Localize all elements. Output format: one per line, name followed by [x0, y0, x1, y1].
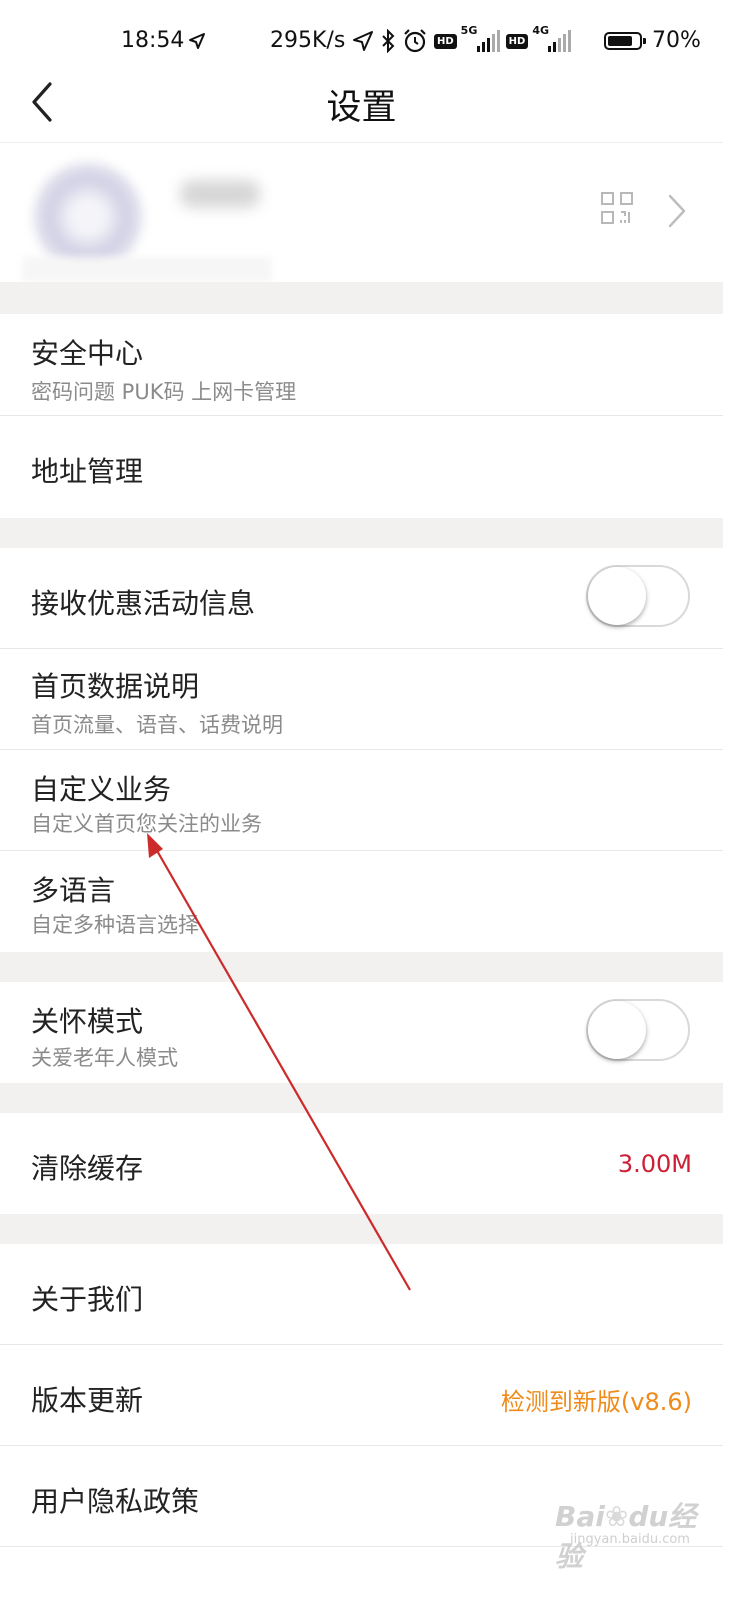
toggle-knob [588, 1001, 646, 1059]
page-title: 设置 [326, 88, 397, 128]
care-subtitle: 关爱老年人模式 [31, 1046, 178, 1070]
qr-code-icon[interactable] [601, 192, 633, 224]
signal-icon-2: 4G [532, 24, 572, 52]
section-gap [0, 282, 723, 314]
language-subtitle: 自定多种语言选择 [31, 913, 199, 937]
about-title: 关于我们 [31, 1283, 144, 1316]
care-title: 关怀模式 [31, 1005, 144, 1038]
bluetooth-icon [382, 29, 395, 53]
watermark-url: jingyan.baidu.com [570, 1532, 690, 1547]
paw-icon: ❀ [604, 1500, 629, 1533]
watermark-brand-2: du [628, 1500, 669, 1533]
status-time: 18:54 [121, 28, 185, 53]
navigation-icon [353, 31, 373, 51]
header: 设置 [0, 62, 723, 143]
alarm-icon [404, 29, 426, 53]
cache-size: 3.00M [617, 1150, 692, 1178]
address-title: 地址管理 [31, 455, 144, 488]
section-gap [0, 952, 723, 982]
settings-page: 18:54 295K/s HD 5G HD 4G 70% 设置 安全中心 密码问… [0, 0, 723, 1600]
address-manage-item[interactable]: 地址管理 [0, 416, 723, 518]
custom-business-item[interactable]: 自定义业务 自定义首页您关注的业务 [0, 750, 723, 851]
language-title: 多语言 [31, 874, 116, 907]
battery-percent: 70% [652, 28, 701, 53]
username-blurred [180, 180, 260, 208]
chevron-right-icon[interactable] [666, 193, 688, 229]
network-type-1: 5G [460, 24, 478, 37]
right-edge [723, 0, 738, 1600]
home-data-item[interactable]: 首页数据说明 首页流量、语音、话费说明 [0, 649, 723, 750]
profile-blur-strip [22, 257, 272, 282]
promo-info-item: 接收优惠活动信息 [0, 548, 723, 649]
avatar [33, 162, 143, 272]
security-subtitle: 密码问题 PUK码 上网卡管理 [31, 380, 297, 404]
location-icon [189, 33, 205, 49]
toggle-knob [588, 567, 646, 625]
section-gap [0, 1083, 723, 1113]
custom-subtitle: 自定义首页您关注的业务 [31, 812, 262, 836]
hd-badge-2: HD [505, 33, 529, 49]
battery-icon [604, 32, 646, 50]
home-data-subtitle: 首页流量、语音、话费说明 [31, 713, 283, 737]
signal-icon-1: 5G [461, 24, 500, 52]
care-mode-item: 关怀模式 关爱老年人模式 [0, 982, 723, 1083]
multi-language-item[interactable]: 多语言 自定多种语言选择 [0, 851, 723, 952]
network-type-2: 4G [532, 24, 550, 37]
home-data-title: 首页数据说明 [31, 670, 200, 703]
hd-badge-1: HD [434, 33, 457, 49]
security-center-item[interactable]: 安全中心 密码问题 PUK码 上网卡管理 [0, 314, 723, 416]
about-us-item[interactable]: 关于我们 [0, 1244, 723, 1345]
care-toggle[interactable] [586, 999, 690, 1061]
network-speed: 295K/s [270, 28, 346, 53]
privacy-title: 用户隐私政策 [31, 1485, 200, 1518]
cache-title: 清除缓存 [31, 1152, 144, 1185]
security-title: 安全中心 [31, 337, 144, 370]
watermark-brand: Bai [555, 1500, 605, 1533]
section-gap [0, 518, 723, 548]
version-update-item[interactable]: 版本更新 检测到新版(v8.6) [0, 1345, 723, 1446]
clear-cache-item[interactable]: 清除缓存 3.00M [0, 1113, 723, 1214]
section-gap [0, 1214, 723, 1244]
status-icons: HD 5G HD 4G [352, 24, 572, 56]
update-title: 版本更新 [31, 1384, 144, 1417]
promo-toggle[interactable] [586, 565, 690, 627]
promo-title: 接收优惠活动信息 [31, 587, 256, 620]
custom-title: 自定义业务 [31, 773, 172, 806]
update-status: 检测到新版(v8.6) [500, 1388, 692, 1416]
